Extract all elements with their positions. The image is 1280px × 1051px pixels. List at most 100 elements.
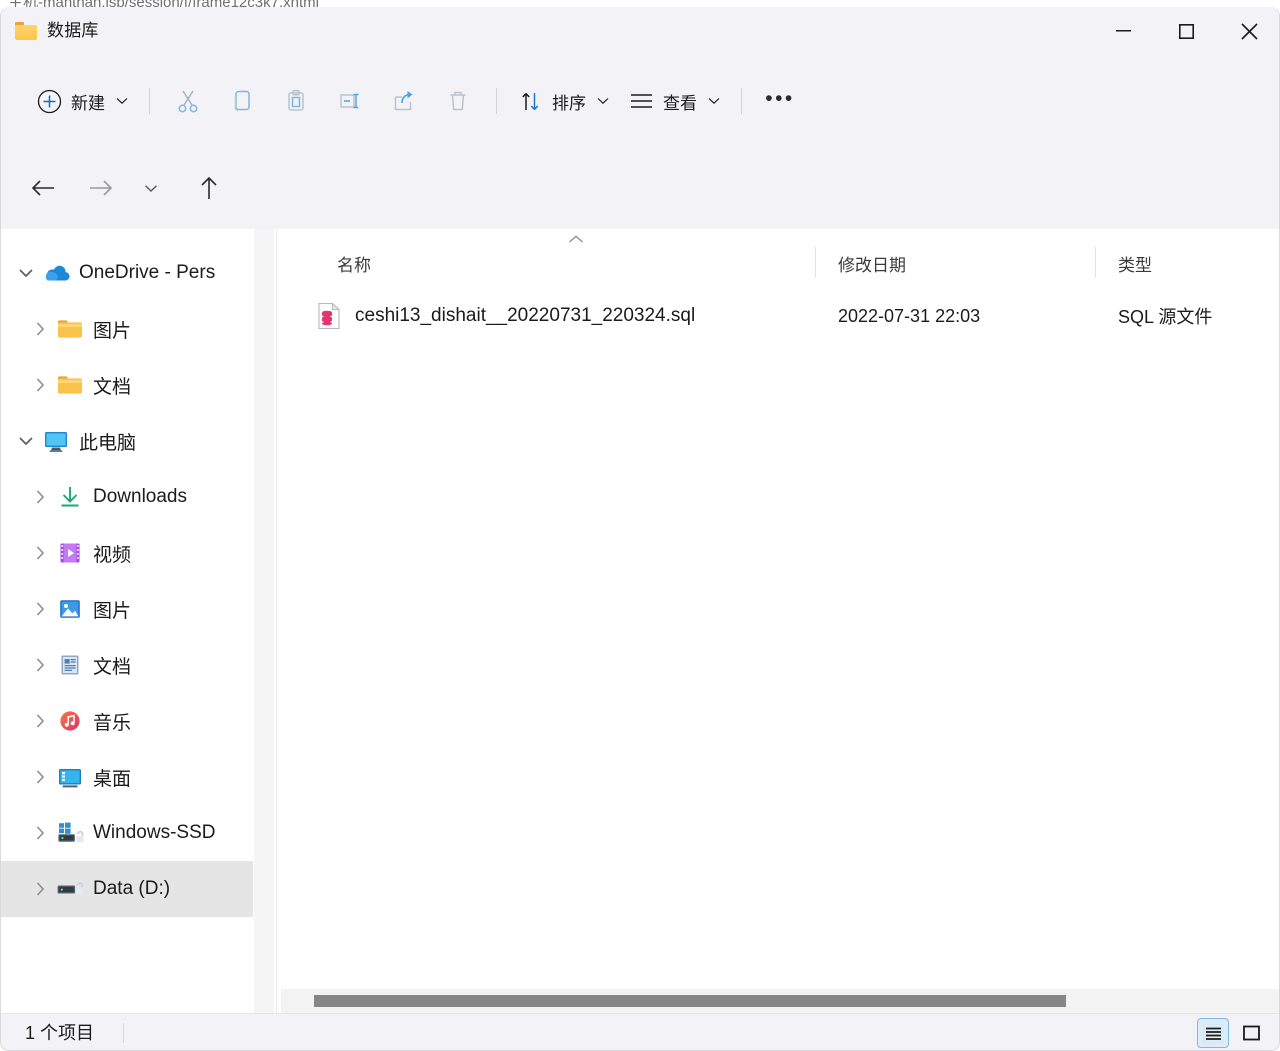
chevron-right-icon[interactable] bbox=[25, 881, 55, 897]
close-icon bbox=[1241, 22, 1258, 40]
chevron-down-icon bbox=[116, 98, 128, 105]
drive-icon bbox=[56, 878, 84, 900]
close-button[interactable] bbox=[1218, 7, 1279, 55]
rename-icon bbox=[340, 93, 359, 109]
scissors-icon bbox=[178, 90, 198, 113]
chevron-right-icon[interactable] bbox=[25, 321, 55, 337]
sidebar-item-icon bbox=[55, 766, 85, 789]
sidebar-item-data-d-[interactable]: Data (D:) bbox=[1, 861, 253, 917]
sort-button[interactable]: 排序 bbox=[508, 79, 619, 123]
new-button[interactable]: 新建 bbox=[27, 79, 138, 123]
sidebar-item-icon bbox=[55, 709, 85, 733]
view-button[interactable]: 查看 bbox=[619, 79, 730, 123]
sidebar-item-icon bbox=[55, 485, 85, 509]
content-horizontal-scrollbar-track[interactable] bbox=[281, 989, 1279, 1013]
chevron-right-icon[interactable] bbox=[25, 545, 55, 561]
chevron-down-icon bbox=[145, 184, 157, 192]
sidebar-item--[interactable]: 文档 bbox=[1, 357, 253, 413]
folder-icon bbox=[57, 318, 83, 340]
folder-icon bbox=[57, 374, 83, 396]
sidebar-item-label: 图片 bbox=[93, 320, 132, 342]
chevron-right-icon[interactable] bbox=[25, 713, 55, 729]
sidebar-item-label: OneDrive - Pers bbox=[79, 262, 216, 283]
toolbar-divider-1 bbox=[149, 88, 150, 114]
sidebar-item-icon bbox=[41, 263, 71, 283]
chevron-down-icon bbox=[597, 98, 609, 105]
chevron-down-icon[interactable] bbox=[11, 268, 41, 278]
sidebar-item-onedrive-pers[interactable]: OneDrive - Pers bbox=[1, 245, 253, 301]
sidebar-item--[interactable]: 此电脑 bbox=[1, 413, 253, 469]
sidebar-item--[interactable]: 音乐 bbox=[1, 693, 253, 749]
command-toolbar: 新建 排序 查看 ••• bbox=[1, 55, 1279, 147]
music-icon bbox=[58, 709, 82, 733]
back-button[interactable] bbox=[21, 166, 65, 210]
window-controls bbox=[1092, 7, 1279, 55]
chevron-right-icon[interactable] bbox=[25, 601, 55, 617]
chevron-right-icon[interactable] bbox=[25, 825, 55, 841]
sidebar-item--[interactable]: 视频 bbox=[1, 525, 253, 581]
large-icons-view-icon bbox=[1242, 1025, 1260, 1040]
chevron-down-icon bbox=[708, 98, 720, 105]
sidebar-item-icon bbox=[55, 653, 85, 677]
cut-button[interactable] bbox=[161, 79, 215, 123]
view-button-label: 查看 bbox=[663, 93, 697, 113]
copy-icon bbox=[234, 90, 250, 112]
title-bar-left: 数据库 bbox=[15, 7, 99, 55]
more-options-button[interactable]: ••• bbox=[753, 79, 807, 123]
sidebar-item--[interactable]: 桌面 bbox=[1, 749, 253, 805]
sidebar-item-downloads[interactable]: Downloads bbox=[1, 469, 253, 525]
large-icons-view-button[interactable] bbox=[1235, 1018, 1267, 1048]
sidebar-item-icon bbox=[55, 541, 85, 565]
maximize-button[interactable] bbox=[1155, 7, 1218, 55]
explorer-body: 图纸加边 OneDrive - Pers 图片 文档 此电脑 Downloads bbox=[1, 229, 1279, 1013]
sidebar-item-label: Windows-SSD bbox=[93, 822, 216, 843]
chevron-down-icon[interactable] bbox=[11, 436, 41, 446]
details-view-button[interactable] bbox=[1197, 1018, 1229, 1048]
sidebar-item-label: 视频 bbox=[93, 544, 132, 566]
column-header-date[interactable]: 修改日期 bbox=[816, 239, 1096, 287]
column-header-name-label: 名称 bbox=[337, 255, 371, 275]
rename-button[interactable] bbox=[323, 79, 377, 123]
ellipsis-icon: ••• bbox=[765, 86, 795, 110]
sidebar-item-label: 音乐 bbox=[93, 712, 132, 734]
sidebar-item--[interactable]: 图纸加边 bbox=[1, 229, 253, 245]
table-row[interactable]: ceshi13_dishait__20220731_220324.sql 2022… bbox=[281, 293, 1279, 339]
sidebar-item-windows-ssd[interactable]: Windows-SSD bbox=[1, 805, 253, 861]
downloads-icon bbox=[58, 485, 82, 509]
sidebar-item--[interactable]: 文档 bbox=[1, 637, 253, 693]
up-button[interactable] bbox=[187, 166, 231, 210]
minimize-button[interactable] bbox=[1092, 7, 1155, 55]
toolbar-divider-2 bbox=[496, 88, 497, 114]
videos-icon bbox=[58, 541, 82, 565]
sidebar-item--[interactable]: 图片 bbox=[1, 301, 253, 357]
forward-button[interactable] bbox=[78, 166, 122, 210]
share-button[interactable] bbox=[377, 79, 431, 123]
maximize-icon bbox=[1179, 23, 1194, 39]
folder-icon bbox=[15, 22, 37, 40]
paste-icon bbox=[288, 89, 304, 111]
delete-button[interactable] bbox=[431, 79, 485, 123]
file-name-label: ceshi13_dishait__20220731_220324.sql bbox=[355, 305, 696, 326]
paste-button[interactable] bbox=[269, 79, 323, 123]
plus-circle-icon bbox=[37, 89, 62, 113]
sidebar-item--[interactable]: 图片 bbox=[1, 581, 253, 637]
pictures-icon bbox=[58, 597, 82, 621]
chevron-right-icon[interactable] bbox=[25, 489, 55, 505]
column-header-type[interactable]: 类型 bbox=[1096, 239, 1279, 287]
copy-button[interactable] bbox=[215, 79, 269, 123]
drive-windows-icon bbox=[56, 821, 84, 845]
sidebar-item-label: 文档 bbox=[93, 376, 132, 398]
recent-locations-button[interactable] bbox=[133, 166, 169, 210]
sidebar-item-icon bbox=[55, 821, 85, 845]
chevron-right-icon[interactable] bbox=[25, 377, 55, 393]
column-header-name[interactable]: 名称 bbox=[281, 239, 816, 287]
navigation-tree: 图纸加边 OneDrive - Pers 图片 文档 此电脑 Downloads bbox=[1, 229, 253, 917]
chevron-right-icon[interactable] bbox=[25, 657, 55, 673]
content-horizontal-scrollbar-thumb[interactable] bbox=[314, 995, 1066, 1007]
chevron-right-icon[interactable] bbox=[25, 769, 55, 785]
sidebar-scrollbar-track[interactable] bbox=[254, 229, 523, 1013]
arrow-left-icon bbox=[31, 180, 54, 196]
share-icon bbox=[394, 91, 413, 111]
sidebar-item-label: 文档 bbox=[93, 656, 132, 678]
this-pc-icon bbox=[43, 430, 69, 453]
